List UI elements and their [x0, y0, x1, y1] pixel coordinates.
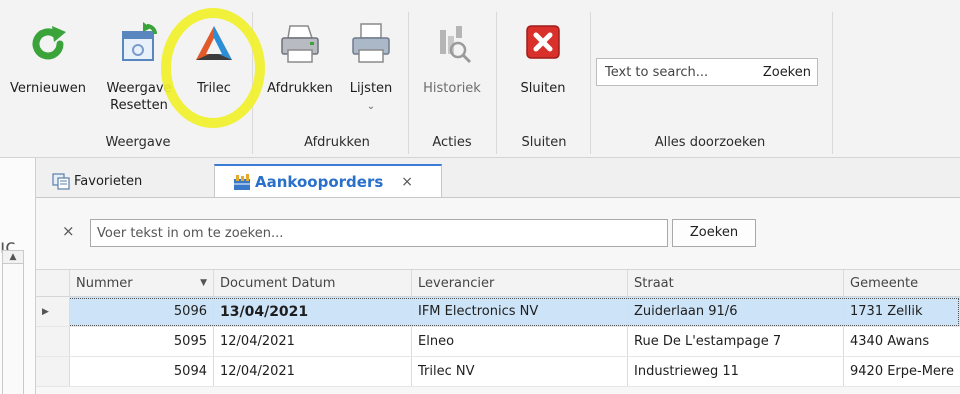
print-button[interactable]: Afdrukken [262, 22, 338, 132]
cell-supplier: Elneo [412, 327, 628, 356]
lists-label: Lijsten [349, 81, 393, 96]
column-header-city[interactable]: Gemeente [844, 270, 960, 296]
filter-search-placeholder: Voer tekst in om te zoeken... [97, 226, 284, 241]
cell-date: 13/04/2021 [214, 297, 412, 326]
cell-city: 4340 Awans [850, 334, 930, 349]
ribbon-search-button[interactable]: Zoeken [763, 65, 811, 80]
close-label: Sluiten [520, 81, 566, 96]
table-row[interactable]: ▶ 5096 13/04/2021 IFM Electronics NV Zui… [36, 297, 960, 327]
column-header-supplier[interactable]: Leverancier [412, 270, 628, 296]
ribbon-separator [832, 12, 833, 154]
ribbon-search-placeholder: Text to search... [605, 65, 709, 80]
ribbon-separator [408, 12, 409, 154]
cell-number: 5095 [70, 327, 214, 356]
cell-street: Rue De L'estampage 7 [628, 327, 844, 356]
refresh-label: Vernieuwen [10, 81, 86, 96]
group-label-close: Sluiten [521, 135, 567, 150]
print-label: Afdrukken [267, 81, 333, 96]
scroll-up-arrow-icon[interactable]: ▲ [2, 250, 24, 264]
row-indicator-header [36, 270, 70, 296]
cell-supplier: IFM Electronics NV [412, 297, 628, 326]
chevron-down-icon: ⌄ [366, 101, 376, 112]
cell-number: 5094 [70, 357, 214, 386]
tab-favorites-label: Favorieten [74, 173, 143, 189]
cell-supplier: Trilec NV [412, 357, 628, 386]
purchase-orders-icon [234, 174, 250, 190]
reset-view-icon [122, 22, 157, 61]
ribbon: Vernieuwen Weergave Resetten Trilec Afdr… [0, 0, 960, 158]
sort-desc-icon: ▼ [200, 278, 207, 288]
ribbon-separator [590, 12, 591, 154]
table-row[interactable]: 5095 12/04/2021 Elneo Rue De L'estampage… [36, 327, 960, 357]
current-row-arrow-icon: ▶ [42, 306, 49, 317]
table-row[interactable]: 5094 12/04/2021 Trilec NV Industrieweg 1… [36, 357, 960, 387]
ribbon-separator [496, 12, 497, 154]
left-panel-edge: ıç ▲ [0, 158, 36, 394]
group-label-view: Weergave [105, 135, 171, 150]
reset-view-label-2: Resetten [110, 98, 168, 113]
group-label-print: Afdrukken [304, 135, 370, 150]
history-button[interactable]: Historiek [414, 22, 490, 132]
cell-street: Zuiderlaan 91/6 [628, 297, 844, 326]
row-indicator [36, 327, 70, 356]
lists-button[interactable]: Lijsten ⌄ [342, 22, 400, 132]
refresh-button[interactable]: Vernieuwen [2, 22, 94, 132]
favorites-icon [52, 173, 70, 190]
close-icon [526, 25, 560, 59]
ribbon-search-input[interactable]: Text to search... Zoeken [596, 58, 818, 86]
tab-purchase-orders[interactable]: Aankooporders × [214, 164, 442, 198]
column-header-street[interactable]: Straat [628, 270, 844, 296]
highlight-circle [161, 8, 265, 128]
cell-street: Industrieweg 11 [628, 357, 844, 386]
tab-favorites[interactable]: Favorieten [52, 164, 202, 198]
lists-printer-icon [352, 23, 390, 63]
column-header-number-label: Nummer [76, 275, 133, 291]
history-chart-icon [440, 26, 472, 64]
tab-close-icon[interactable]: × [401, 174, 413, 190]
grid-header: Nummer ▼ Document Datum Leverancier Stra… [36, 269, 960, 297]
document-tabs: Favorieten Aankooporders × [36, 158, 960, 198]
refresh-icon [32, 26, 66, 60]
history-label: Historiek [423, 81, 481, 96]
filter-search-input[interactable]: Voer tekst in om te zoeken... [90, 219, 668, 247]
filter-search-button[interactable]: Zoeken [672, 219, 756, 247]
row-indicator: ▶ [36, 297, 70, 326]
tab-purchase-orders-label: Aankooporders [255, 173, 384, 191]
purchase-orders-panel: × Voer tekst in om te zoeken... Zoeken N… [36, 197, 960, 394]
group-label-search-all: Alles doorzoeken [654, 135, 766, 150]
cell-city: 1731 Zellik [850, 304, 923, 319]
column-header-number[interactable]: Nummer ▼ [70, 270, 214, 296]
scrollbar-track[interactable] [2, 264, 24, 394]
cell-city: 9420 Erpe-Mere [850, 364, 954, 379]
cell-date: 12/04/2021 [214, 357, 412, 386]
cell-number: 5096 [70, 297, 214, 326]
printer-icon [281, 25, 319, 63]
cell-date: 12/04/2021 [214, 327, 412, 356]
row-indicator [36, 357, 70, 386]
close-button[interactable]: Sluiten [502, 22, 584, 132]
column-header-date[interactable]: Document Datum [214, 270, 412, 296]
clear-filter-icon[interactable]: × [62, 222, 75, 240]
group-label-actions: Acties [432, 135, 472, 150]
